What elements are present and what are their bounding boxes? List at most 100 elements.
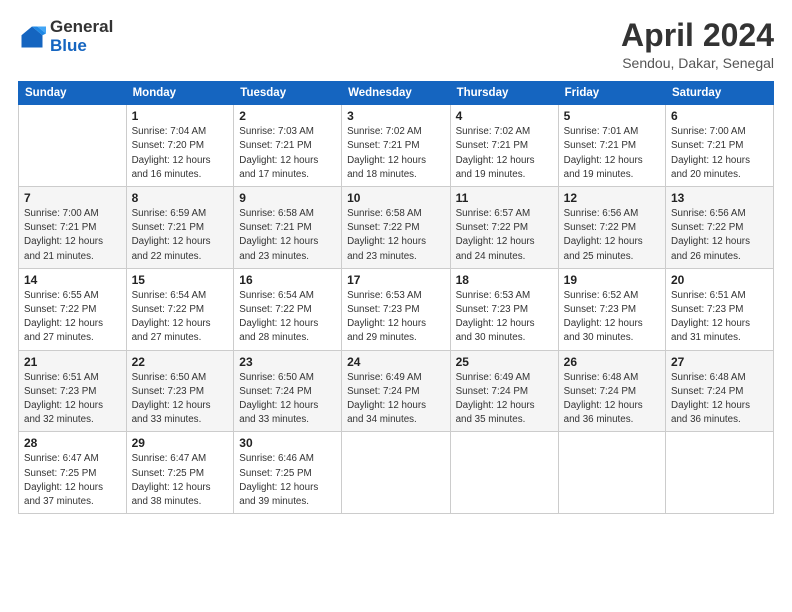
day-number: 2 [239,109,336,123]
day-number: 23 [239,355,336,369]
day-cell: 2 Sunrise: 7:03 AM Sunset: 7:21 PM Daylig… [234,105,342,187]
day-info: Sunrise: 6:50 AM Sunset: 7:24 PM Dayligh… [239,371,336,428]
day-number: 9 [239,191,336,205]
day-info: Sunrise: 6:49 AM Sunset: 7:24 PM Dayligh… [347,371,445,428]
day-cell: 15 Sunrise: 6:54 AM Sunset: 7:22 PM Dayli… [126,268,234,350]
day-number: 16 [239,273,336,287]
header-cell-tuesday: Tuesday [234,82,342,105]
calendar-body: 1 Sunrise: 7:04 AM Sunset: 7:20 PM Daylig… [19,105,774,514]
day-number: 20 [671,273,768,287]
day-number: 13 [671,191,768,205]
logo-text: General Blue [50,18,113,55]
day-cell: 18 Sunrise: 6:53 AM Sunset: 7:23 PM Dayli… [450,268,558,350]
day-info: Sunrise: 6:52 AM Sunset: 7:23 PM Dayligh… [564,289,660,346]
day-number: 22 [132,355,229,369]
day-cell: 14 Sunrise: 6:55 AM Sunset: 7:22 PM Dayli… [19,268,127,350]
day-number: 3 [347,109,445,123]
day-number: 27 [671,355,768,369]
day-info: Sunrise: 6:54 AM Sunset: 7:22 PM Dayligh… [132,289,229,346]
day-number: 1 [132,109,229,123]
header-cell-monday: Monday [126,82,234,105]
day-cell: 22 Sunrise: 6:50 AM Sunset: 7:23 PM Dayli… [126,350,234,432]
day-number: 4 [456,109,553,123]
header-row: SundayMondayTuesdayWednesdayThursdayFrid… [19,82,774,105]
day-info: Sunrise: 6:48 AM Sunset: 7:24 PM Dayligh… [564,371,660,428]
title-area: April 2024 Sendou, Dakar, Senegal [621,18,774,71]
day-cell: 7 Sunrise: 7:00 AM Sunset: 7:21 PM Daylig… [19,187,127,269]
day-cell: 12Sunrise: 6:56 AM Sunset: 7:22 PM Dayli… [558,187,665,269]
day-cell [558,432,665,514]
day-number: 18 [456,273,553,287]
day-cell: 20 Sunrise: 6:51 AM Sunset: 7:23 PM Dayli… [666,268,774,350]
day-number: 17 [347,273,445,287]
header-cell-wednesday: Wednesday [342,82,451,105]
day-info: Sunrise: 7:02 AM Sunset: 7:21 PM Dayligh… [347,125,445,182]
day-info: Sunrise: 6:59 AM Sunset: 7:21 PM Dayligh… [132,207,229,264]
day-info: Sunrise: 6:49 AM Sunset: 7:24 PM Dayligh… [456,371,553,428]
day-number: 14 [24,273,121,287]
page: General Blue April 2024 Sendou, Dakar, S… [0,0,792,612]
day-info: Sunrise: 6:58 AM Sunset: 7:22 PM Dayligh… [347,207,445,264]
day-number: 8 [132,191,229,205]
day-number: 19 [564,273,660,287]
day-cell: 24 Sunrise: 6:49 AM Sunset: 7:24 PM Dayli… [342,350,451,432]
week-row-0: 1 Sunrise: 7:04 AM Sunset: 7:20 PM Daylig… [19,105,774,187]
day-cell: 8 Sunrise: 6:59 AM Sunset: 7:21 PM Daylig… [126,187,234,269]
day-number: 7 [24,191,121,205]
day-number: 11 [456,191,553,205]
calendar-header: SundayMondayTuesdayWednesdayThursdayFrid… [19,82,774,105]
day-info: Sunrise: 6:53 AM Sunset: 7:23 PM Dayligh… [456,289,553,346]
day-info: Sunrise: 6:54 AM Sunset: 7:22 PM Dayligh… [239,289,336,346]
logo-icon [18,23,46,51]
day-info: Sunrise: 7:00 AM Sunset: 7:21 PM Dayligh… [24,207,121,264]
day-number: 26 [564,355,660,369]
day-info: Sunrise: 6:46 AM Sunset: 7:25 PM Dayligh… [239,452,336,509]
header-cell-saturday: Saturday [666,82,774,105]
day-cell: 30 Sunrise: 6:46 AM Sunset: 7:25 PM Dayli… [234,432,342,514]
week-row-2: 14 Sunrise: 6:55 AM Sunset: 7:22 PM Dayli… [19,268,774,350]
day-cell: 25Sunrise: 6:49 AM Sunset: 7:24 PM Dayli… [450,350,558,432]
day-info: Sunrise: 6:53 AM Sunset: 7:23 PM Dayligh… [347,289,445,346]
day-info: Sunrise: 7:02 AM Sunset: 7:21 PM Dayligh… [456,125,553,182]
logo-blue: Blue [50,37,113,56]
day-cell: 5Sunrise: 7:01 AM Sunset: 7:21 PM Daylig… [558,105,665,187]
day-cell: 1 Sunrise: 7:04 AM Sunset: 7:20 PM Daylig… [126,105,234,187]
day-info: Sunrise: 6:58 AM Sunset: 7:21 PM Dayligh… [239,207,336,264]
day-cell: 17 Sunrise: 6:53 AM Sunset: 7:23 PM Dayli… [342,268,451,350]
day-cell: 9 Sunrise: 6:58 AM Sunset: 7:21 PM Daylig… [234,187,342,269]
day-cell: 6Sunrise: 7:00 AM Sunset: 7:21 PM Daylig… [666,105,774,187]
day-cell: 10Sunrise: 6:58 AM Sunset: 7:22 PM Dayli… [342,187,451,269]
day-cell: 27 Sunrise: 6:48 AM Sunset: 7:24 PM Dayli… [666,350,774,432]
day-cell [342,432,451,514]
day-number: 24 [347,355,445,369]
day-number: 28 [24,436,121,450]
day-info: Sunrise: 6:56 AM Sunset: 7:22 PM Dayligh… [671,207,768,264]
week-row-3: 21 Sunrise: 6:51 AM Sunset: 7:23 PM Dayli… [19,350,774,432]
day-info: Sunrise: 7:04 AM Sunset: 7:20 PM Dayligh… [132,125,229,182]
month-title: April 2024 [621,18,774,53]
day-cell: 11Sunrise: 6:57 AM Sunset: 7:22 PM Dayli… [450,187,558,269]
day-number: 15 [132,273,229,287]
week-row-4: 28Sunrise: 6:47 AM Sunset: 7:25 PM Dayli… [19,432,774,514]
day-info: Sunrise: 6:50 AM Sunset: 7:23 PM Dayligh… [132,371,229,428]
day-number: 30 [239,436,336,450]
day-cell: 29Sunrise: 6:47 AM Sunset: 7:25 PM Dayli… [126,432,234,514]
day-cell [450,432,558,514]
day-cell: 21 Sunrise: 6:51 AM Sunset: 7:23 PM Dayli… [19,350,127,432]
day-cell: 3 Sunrise: 7:02 AM Sunset: 7:21 PM Daylig… [342,105,451,187]
header-cell-thursday: Thursday [450,82,558,105]
day-cell: 19 Sunrise: 6:52 AM Sunset: 7:23 PM Dayli… [558,268,665,350]
header-area: General Blue April 2024 Sendou, Dakar, S… [18,18,774,71]
day-cell: 16 Sunrise: 6:54 AM Sunset: 7:22 PM Dayli… [234,268,342,350]
day-info: Sunrise: 6:51 AM Sunset: 7:23 PM Dayligh… [24,371,121,428]
day-number: 21 [24,355,121,369]
day-info: Sunrise: 6:55 AM Sunset: 7:22 PM Dayligh… [24,289,121,346]
day-info: Sunrise: 6:48 AM Sunset: 7:24 PM Dayligh… [671,371,768,428]
day-cell: 13 Sunrise: 6:56 AM Sunset: 7:22 PM Dayli… [666,187,774,269]
logo-general: General [50,18,113,37]
day-cell: 4 Sunrise: 7:02 AM Sunset: 7:21 PM Daylig… [450,105,558,187]
calendar-table: SundayMondayTuesdayWednesdayThursdayFrid… [18,81,774,514]
day-info: Sunrise: 7:03 AM Sunset: 7:21 PM Dayligh… [239,125,336,182]
location: Sendou, Dakar, Senegal [621,55,774,71]
day-info: Sunrise: 6:51 AM Sunset: 7:23 PM Dayligh… [671,289,768,346]
